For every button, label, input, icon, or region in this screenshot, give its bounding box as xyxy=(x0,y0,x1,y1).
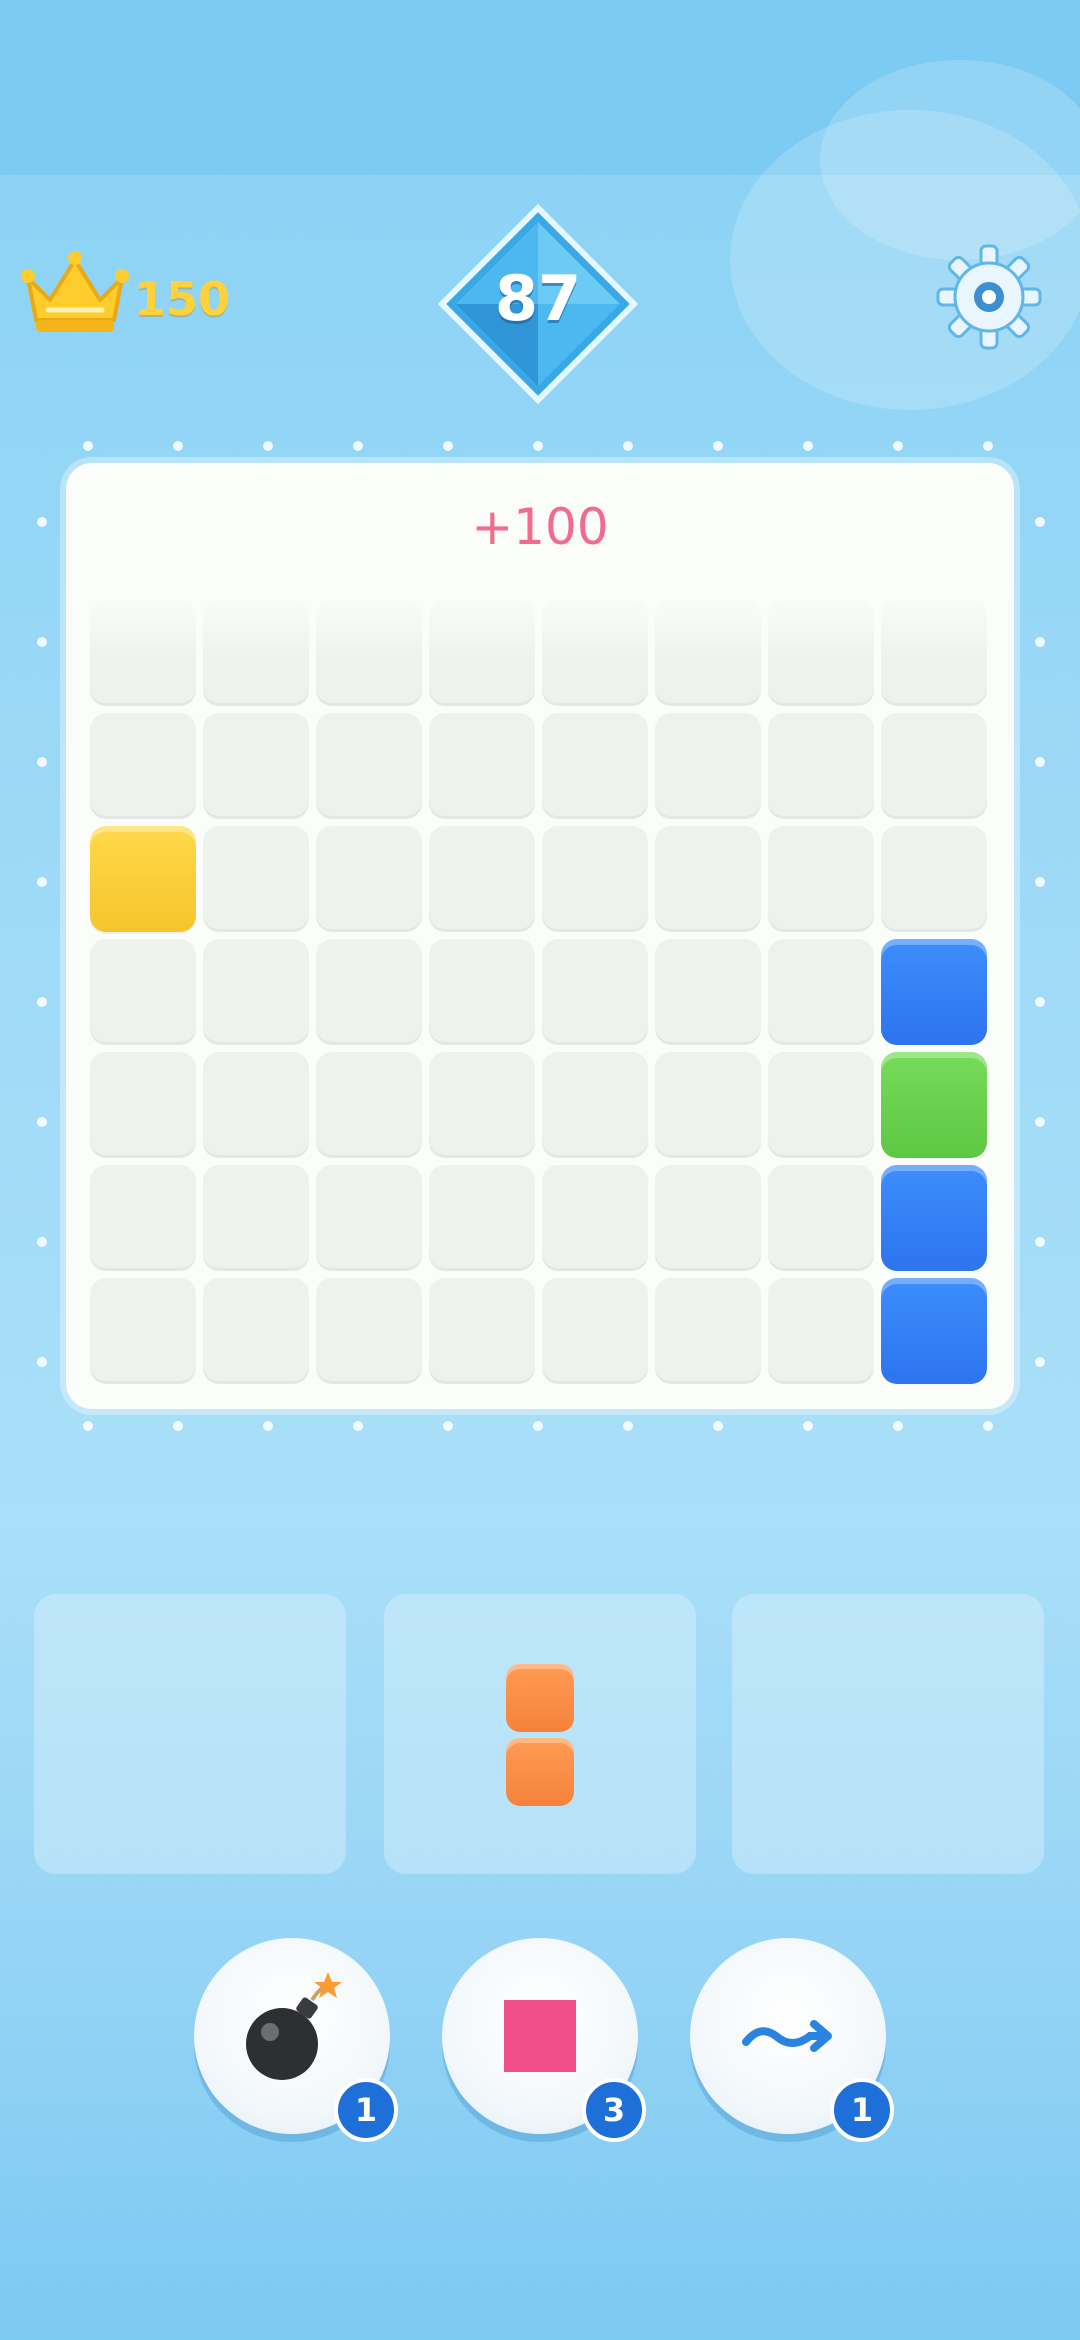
gear-icon[interactable] xyxy=(934,242,1044,352)
empty-cell[interactable] xyxy=(90,1278,196,1384)
empty-cell[interactable] xyxy=(542,939,648,1045)
empty-cell[interactable] xyxy=(316,939,422,1045)
empty-cell[interactable] xyxy=(90,713,196,819)
orange-block[interactable] xyxy=(506,1738,574,1806)
empty-cell[interactable] xyxy=(655,713,761,819)
empty-cell[interactable] xyxy=(881,600,987,706)
empty-cell[interactable] xyxy=(429,1052,535,1158)
empty-cell[interactable] xyxy=(768,1165,874,1271)
empty-cell[interactable] xyxy=(542,1052,648,1158)
empty-cell[interactable] xyxy=(655,1052,761,1158)
empty-cell[interactable] xyxy=(768,1278,874,1384)
block-count-badge: 3 xyxy=(582,2078,646,2142)
shuffle-booster-button[interactable]: 1 xyxy=(690,1938,894,2142)
empty-cell[interactable] xyxy=(768,939,874,1045)
empty-cell[interactable] xyxy=(90,1165,196,1271)
best-score: 150 xyxy=(134,272,231,326)
shuffle-count-badge: 1 xyxy=(830,2078,894,2142)
score-popup: +100 xyxy=(471,498,609,556)
empty-cell[interactable] xyxy=(655,1278,761,1384)
empty-cell[interactable] xyxy=(203,826,309,932)
orange-block[interactable] xyxy=(506,1664,574,1732)
empty-cell[interactable] xyxy=(429,713,535,819)
empty-cell[interactable] xyxy=(542,1278,648,1384)
empty-cell[interactable] xyxy=(316,1165,422,1271)
block-booster-button[interactable]: 3 xyxy=(442,1938,646,2142)
green-block[interactable] xyxy=(881,1052,987,1158)
empty-cell[interactable] xyxy=(429,1278,535,1384)
empty-cell[interactable] xyxy=(881,826,987,932)
bomb-count-badge: 1 xyxy=(334,2078,398,2142)
crown-icon xyxy=(20,248,130,338)
empty-cell[interactable] xyxy=(90,1052,196,1158)
empty-cell[interactable] xyxy=(316,600,422,706)
empty-cell[interactable] xyxy=(203,1052,309,1158)
level-number: 87 xyxy=(494,262,582,335)
empty-cell[interactable] xyxy=(316,1052,422,1158)
empty-cell[interactable] xyxy=(90,939,196,1045)
piece-tray-left[interactable] xyxy=(34,1594,346,1874)
empty-cell[interactable] xyxy=(203,1278,309,1384)
empty-cell[interactable] xyxy=(316,713,422,819)
empty-cell[interactable] xyxy=(203,713,309,819)
empty-cell[interactable] xyxy=(542,713,648,819)
empty-cell[interactable] xyxy=(316,826,422,932)
blue-block[interactable] xyxy=(881,1165,987,1271)
empty-cell[interactable] xyxy=(655,939,761,1045)
empty-cell[interactable] xyxy=(542,1165,648,1271)
empty-cell[interactable] xyxy=(768,713,874,819)
bomb-booster-button[interactable]: 1 xyxy=(194,1938,398,2142)
empty-cell[interactable] xyxy=(316,1278,422,1384)
empty-cell[interactable] xyxy=(429,600,535,706)
empty-cell[interactable] xyxy=(881,713,987,819)
blue-block[interactable] xyxy=(881,939,987,1045)
empty-cell[interactable] xyxy=(655,1165,761,1271)
empty-cell[interactable] xyxy=(655,826,761,932)
empty-cell[interactable] xyxy=(203,1165,309,1271)
piece-tray-right[interactable] xyxy=(732,1594,1044,1874)
empty-cell[interactable] xyxy=(429,939,535,1045)
empty-cell[interactable] xyxy=(768,1052,874,1158)
empty-cell[interactable] xyxy=(429,1165,535,1271)
empty-cell[interactable] xyxy=(655,600,761,706)
piece-tray-middle[interactable] xyxy=(384,1594,696,1874)
empty-cell[interactable] xyxy=(203,600,309,706)
yellow-block[interactable] xyxy=(90,826,196,932)
blue-block[interactable] xyxy=(881,1278,987,1384)
board-grid xyxy=(90,600,987,1384)
empty-cell[interactable] xyxy=(542,600,648,706)
empty-cell[interactable] xyxy=(768,826,874,932)
empty-cell[interactable] xyxy=(542,826,648,932)
empty-cell[interactable] xyxy=(768,600,874,706)
empty-cell[interactable] xyxy=(429,826,535,932)
empty-cell[interactable] xyxy=(203,939,309,1045)
empty-cell[interactable] xyxy=(90,600,196,706)
